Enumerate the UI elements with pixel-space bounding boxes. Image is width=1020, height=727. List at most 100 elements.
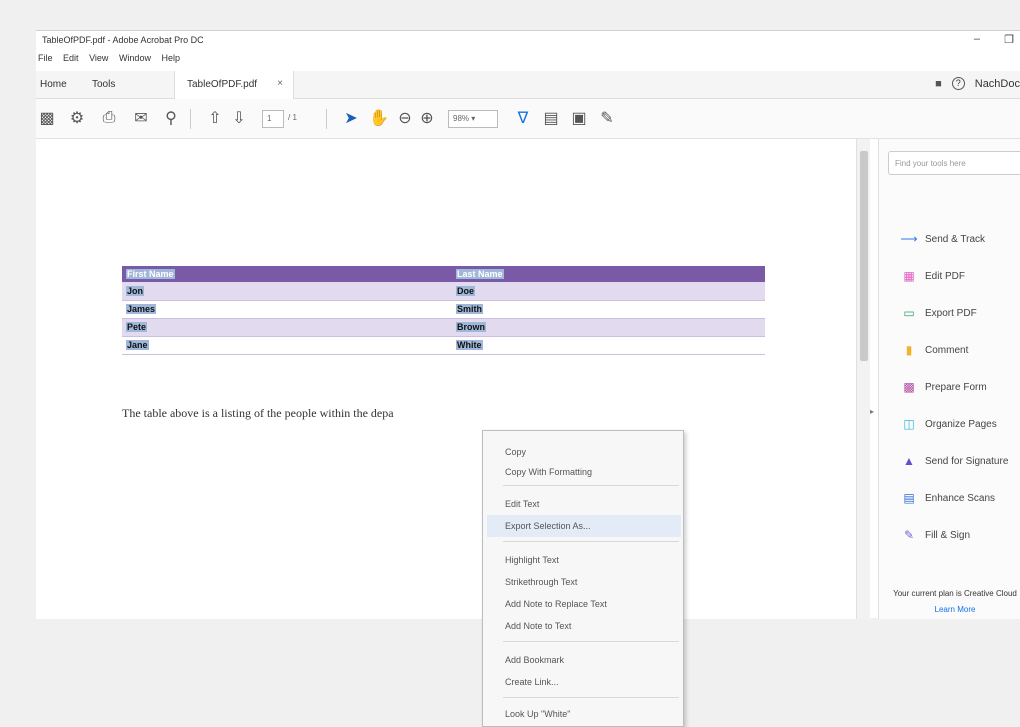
learn-more-link[interactable]: Learn More: [885, 605, 1020, 615]
comment-tool-icon[interactable]: ✎: [596, 107, 618, 129]
tool-edit-pdf[interactable]: ▦ Edit PDF: [901, 264, 965, 288]
header-first-name: First Name: [126, 269, 175, 279]
menu-item-highlight-text[interactable]: Highlight Text: [505, 555, 559, 565]
menu-item-look-up[interactable]: Look Up "White": [505, 709, 570, 719]
select-cursor-icon[interactable]: ➤: [340, 107, 362, 129]
menu-item-add-note-text[interactable]: Add Note to Text: [505, 621, 571, 631]
tool-comment[interactable]: ▮ Comment: [901, 338, 969, 362]
toolbar: ▩ ⚙ ⎙ ✉ ⚲ ⇧ ⇩ 1 / 1 ➤ ✋ ⊖ ⊕ 98% ▾ ∇ ▤ ▣ …: [36, 99, 1020, 139]
zoom-in-icon[interactable]: ⊕: [416, 107, 438, 129]
table-row: Jon Doe: [122, 282, 765, 301]
document-paragraph: The table above is a listing of the peop…: [122, 406, 394, 420]
minimize-button[interactable]: –: [974, 33, 980, 45]
comment-icon: ▮: [905, 343, 913, 357]
page-number-input[interactable]: 1: [262, 110, 284, 128]
organize-pages-icon: ◫: [903, 417, 915, 431]
table-header: Last Name: [452, 266, 765, 282]
menu-separator: [503, 641, 679, 642]
table-header: First Name: [122, 266, 452, 282]
menu-item-export-selection[interactable]: Export Selection As...: [505, 521, 591, 531]
menu-help[interactable]: Help: [161, 53, 180, 63]
menu-item-copy[interactable]: Copy: [505, 447, 526, 457]
tool-send-signature[interactable]: ▲ Send for Signature: [901, 449, 1008, 473]
menu-separator: [503, 485, 679, 486]
menu-item-edit-text[interactable]: Edit Text: [505, 499, 539, 509]
tool-export-pdf[interactable]: ▭ Export PDF: [901, 301, 976, 325]
toolbar-divider: [190, 109, 191, 129]
fill-sign-icon: ✎: [903, 528, 915, 542]
table-cell: Jon: [122, 282, 452, 301]
close-tab-icon[interactable]: ×: [277, 78, 283, 89]
people-table: First Name Last Name Jon Doe James Smith…: [122, 266, 765, 355]
table-cell: Jane: [122, 336, 452, 355]
document-canvas[interactable]: First Name Last Name Jon Doe James Smith…: [36, 139, 856, 727]
table-row: James Smith: [122, 300, 765, 319]
print-icon[interactable]: ⎙: [98, 107, 120, 129]
tab-document-label: TableOfPDF.pdf: [187, 79, 258, 90]
tool-organize-pages[interactable]: ◫ Organize Pages: [901, 412, 996, 436]
menu-view[interactable]: View: [89, 53, 108, 63]
table-row: Jane White: [122, 336, 765, 355]
export-pdf-icon: ▭: [903, 306, 915, 320]
menu-item-strikethrough-text[interactable]: Strikethrough Text: [505, 577, 577, 587]
tool-enhance-scans[interactable]: ▤ Enhance Scans: [901, 486, 995, 510]
send-signature-icon: ▲: [903, 454, 915, 468]
create-pdf-icon[interactable]: ▩: [36, 107, 58, 129]
restore-button[interactable]: ❐: [1004, 33, 1014, 46]
table-cell: Doe: [452, 282, 765, 301]
upload-cloud-icon[interactable]: ⚙: [66, 107, 88, 129]
fit-page-icon[interactable]: ∇: [512, 107, 534, 129]
tool-fill-sign[interactable]: ✎ Fill & Sign: [901, 523, 970, 547]
menu-separator: [503, 697, 679, 698]
search-icon[interactable]: ⚲: [160, 107, 182, 129]
page-down-icon[interactable]: ⇩: [228, 107, 250, 129]
tab-bar: Home Tools TableOfPDF.pdf × ■ ? NachDoc: [36, 71, 1020, 99]
menu-item-copy-with-formatting[interactable]: Copy With Formatting: [505, 467, 592, 477]
scrollbar-thumb[interactable]: [860, 151, 868, 361]
zoom-dropdown[interactable]: 98% ▾: [448, 110, 498, 128]
menu-item-create-link[interactable]: Create Link...: [505, 677, 559, 687]
tool-send-track[interactable]: ⟶ Send & Track: [900, 227, 985, 251]
menu-item-add-bookmark[interactable]: Add Bookmark: [505, 655, 564, 665]
vertical-scrollbar[interactable]: [856, 139, 870, 619]
title-bar: TableOfPDF.pdf - Adobe Acrobat Pro DC – …: [36, 31, 1020, 51]
tab-tools[interactable]: Tools: [92, 79, 115, 90]
zoom-out-icon[interactable]: ⊖: [394, 107, 416, 129]
prepare-form-icon: ▩: [903, 380, 915, 394]
tools-search-input[interactable]: Find your tools here: [888, 151, 1020, 175]
tab-home[interactable]: Home: [40, 79, 67, 90]
header-last-name: Last Name: [456, 269, 504, 279]
table-cell: Brown: [452, 318, 765, 337]
tab-document[interactable]: TableOfPDF.pdf ×: [174, 71, 294, 99]
table-row: Pete Brown: [122, 318, 765, 337]
plan-text: Your current plan is Creative Cloud: [893, 589, 1017, 598]
page-up-icon[interactable]: ⇧: [204, 107, 226, 129]
enhance-scans-icon: ▤: [903, 491, 915, 505]
plan-info: Your current plan is Creative Cloud Lear…: [885, 589, 1020, 615]
chat-icon[interactable]: ■: [935, 78, 942, 90]
send-track-icon: ⟶: [900, 232, 918, 246]
table-cell: White: [452, 336, 765, 355]
window-title: TableOfPDF.pdf - Adobe Acrobat Pro DC: [42, 35, 204, 45]
zoom-value: 98%: [453, 114, 470, 123]
tool-prepare-form[interactable]: ▩ Prepare Form: [901, 375, 986, 399]
scroll-mode-icon[interactable]: ▤: [540, 107, 562, 129]
edit-pdf-icon: ▦: [903, 269, 915, 283]
menu-file[interactable]: File: [38, 53, 53, 63]
menu-item-add-note-replace[interactable]: Add Note to Replace Text: [505, 599, 607, 609]
menu-edit[interactable]: Edit: [63, 53, 79, 63]
hand-tool-icon[interactable]: ✋: [368, 107, 390, 129]
page-total: / 1: [288, 113, 297, 122]
user-name[interactable]: NachDoc: [975, 78, 1020, 90]
email-icon[interactable]: ✉: [130, 107, 152, 129]
menu-separator: [503, 541, 679, 542]
table-cell: James: [122, 300, 452, 319]
full-screen-icon[interactable]: ▣: [568, 107, 590, 129]
collapse-panel-icon[interactable]: ▸: [870, 407, 874, 416]
toolbar-divider: [326, 109, 327, 129]
table-cell: Smith: [452, 300, 765, 319]
help-icon[interactable]: ?: [951, 77, 965, 90]
menu-window[interactable]: Window: [119, 53, 151, 63]
table-cell: Pete: [122, 318, 452, 337]
tools-panel: Find your tools here ⟶ Send & Track ▦ Ed…: [878, 139, 1020, 619]
